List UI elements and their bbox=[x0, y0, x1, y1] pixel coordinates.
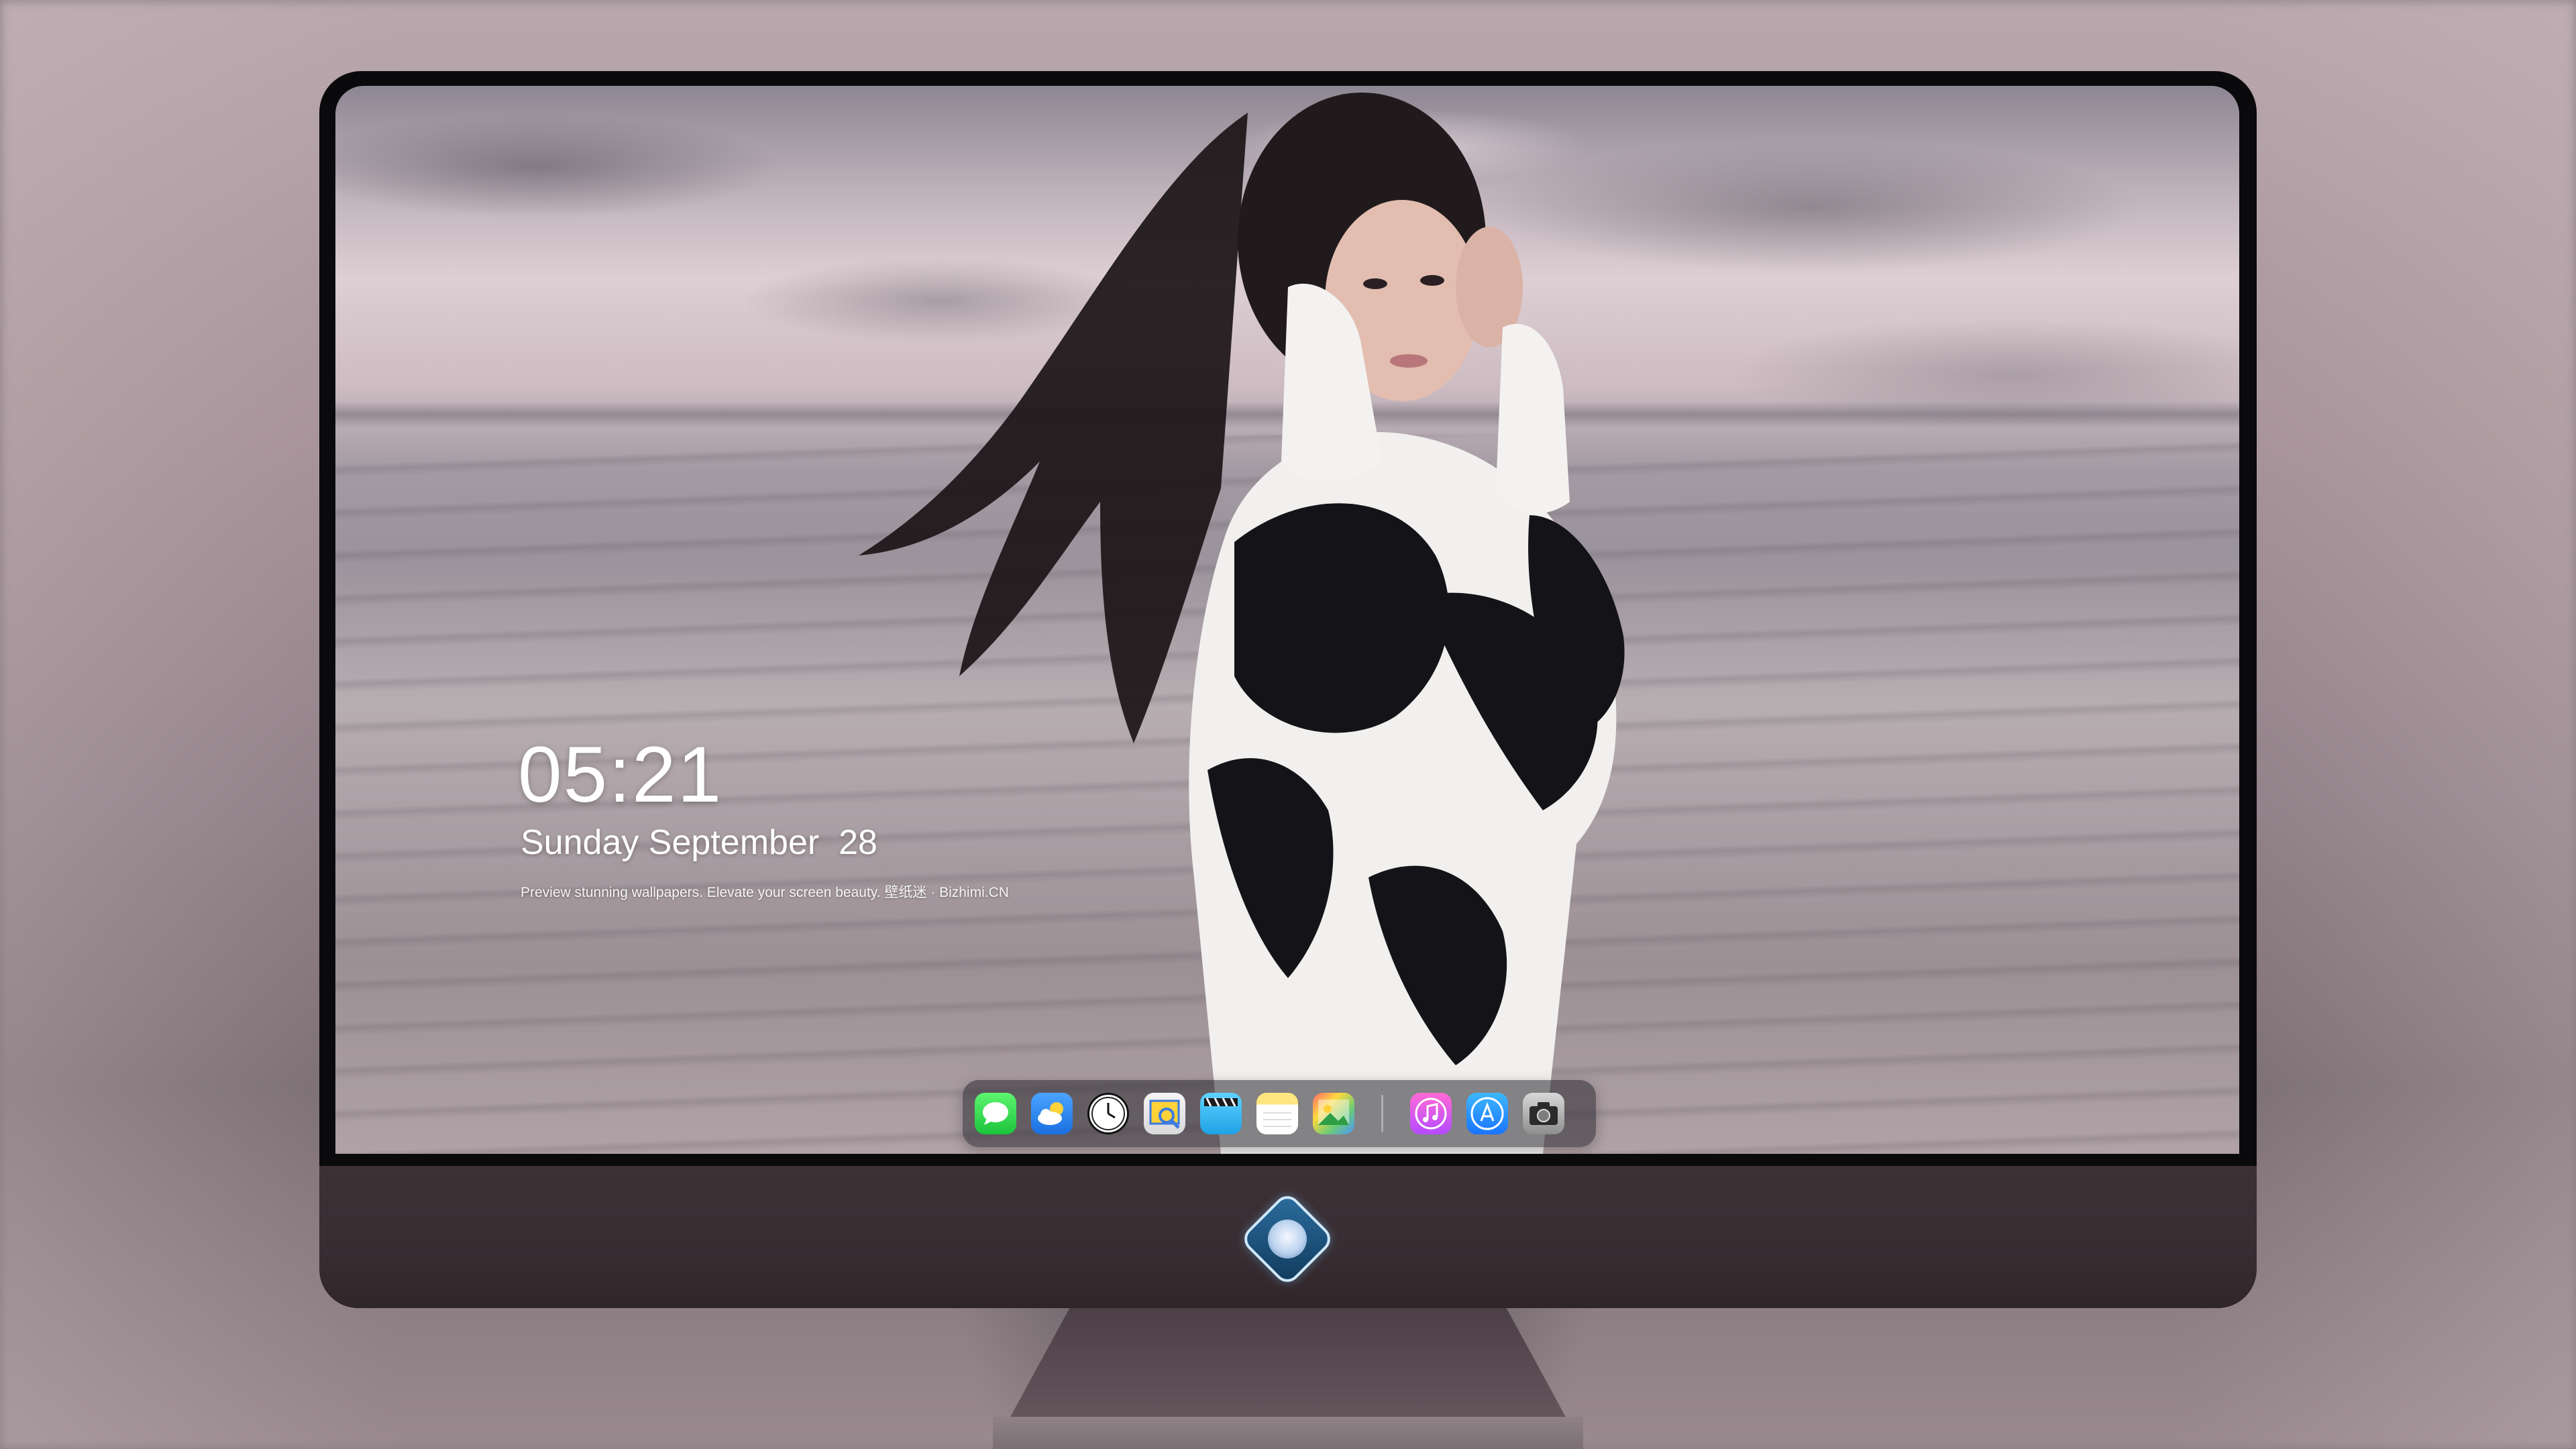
wallpaper-tagline: Preview stunning wallpapers. Elevate you… bbox=[521, 885, 1009, 900]
lock-screen-date: Sunday September 28 bbox=[521, 823, 877, 862]
messages-icon[interactable] bbox=[975, 1093, 1016, 1134]
app-store-icon[interactable] bbox=[1466, 1093, 1508, 1134]
photos-icon[interactable] bbox=[1313, 1093, 1354, 1134]
preview-icon[interactable] bbox=[1144, 1093, 1185, 1134]
monitor-stand-base bbox=[993, 1417, 1583, 1449]
dock-separator bbox=[1381, 1095, 1383, 1132]
notes-icon[interactable] bbox=[1256, 1093, 1298, 1134]
logo-mascot-icon bbox=[1268, 1220, 1307, 1258]
weather-icon[interactable] bbox=[1031, 1093, 1073, 1134]
camera-icon[interactable] bbox=[1523, 1093, 1564, 1134]
wallpaper-figure bbox=[859, 93, 1625, 1154]
dock bbox=[963, 1080, 1596, 1147]
clock-icon[interactable] bbox=[1087, 1093, 1129, 1134]
music-icon[interactable] bbox=[1410, 1093, 1452, 1134]
videos-icon[interactable] bbox=[1200, 1093, 1242, 1134]
monitor-screen: 05:21 Sunday September 28 Preview stunni… bbox=[335, 86, 2239, 1154]
lock-screen-time: 05:21 bbox=[518, 731, 723, 819]
